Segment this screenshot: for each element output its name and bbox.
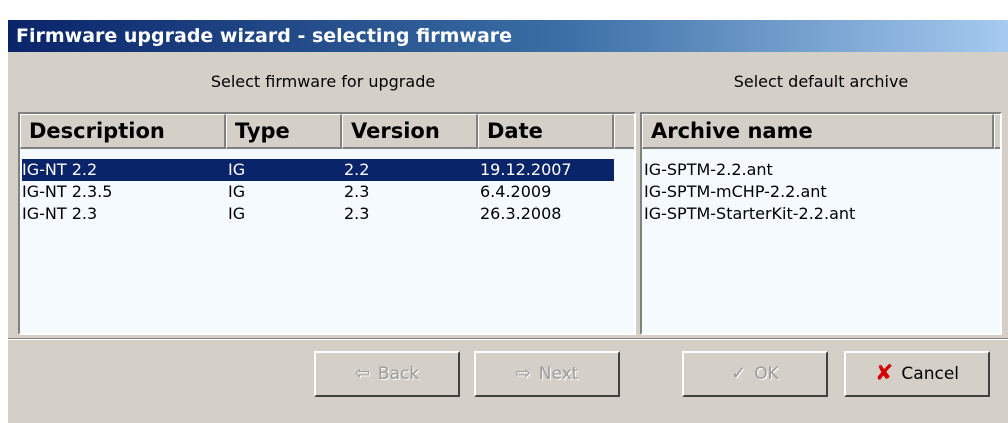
ok-button-label: OK: [754, 364, 779, 384]
back-button-label: Back: [377, 364, 420, 384]
cell-version: 2.2: [344, 160, 370, 179]
red-x-icon: ✘: [874, 361, 894, 386]
firmware-row[interactable]: IG-NT 2.2 IG 2.2 19.12.2007: [22, 159, 614, 181]
archive-section-label: Select default archive: [733, 72, 909, 91]
wizard-window: Firmware upgrade wizard - selecting firm…: [8, 20, 1008, 423]
column-header-version[interactable]: Version: [342, 114, 478, 149]
window-title: Firmware upgrade wizard - selecting firm…: [8, 20, 1008, 52]
archive-row[interactable]: IG-SPTM-mCHP-2.2.ant: [644, 181, 994, 203]
left-arrow-icon: ⇦: [354, 363, 370, 384]
column-header-description[interactable]: Description: [20, 114, 226, 149]
archive-row[interactable]: IG-SPTM-StarterKit-2.2.ant: [644, 203, 994, 225]
cell-date: 6.4.2009: [480, 182, 552, 201]
cell-version: 2.3: [344, 204, 370, 223]
checkmark-icon: ✓: [731, 363, 747, 384]
cell-type: IG: [228, 160, 246, 179]
next-button-label: Next: [538, 364, 579, 384]
column-header-filler: [994, 114, 1000, 149]
firmware-row[interactable]: IG-NT 2.3 IG 2.3 26.3.2008: [22, 203, 614, 225]
cell-date: 26.3.2008: [480, 204, 562, 223]
cell-description: IG-NT 2.3.5: [22, 182, 113, 201]
right-arrow-icon: ⇨: [515, 363, 531, 384]
cell-archive-name: IG-SPTM-2.2.ant: [644, 160, 773, 179]
cell-date: 19.12.2007: [480, 160, 572, 179]
cell-version: 2.3: [344, 182, 370, 201]
ok-button[interactable]: ✓ OK: [682, 351, 828, 397]
cell-description: IG-NT 2.3: [22, 204, 98, 223]
cell-type: IG: [228, 204, 246, 223]
firmware-section-label: Select firmware for upgrade: [210, 72, 436, 91]
cell-archive-name: IG-SPTM-StarterKit-2.2.ant: [644, 204, 856, 223]
cell-description: IG-NT 2.2: [22, 160, 98, 179]
column-header-type[interactable]: Type: [226, 114, 342, 149]
button-bar-divider: [8, 338, 1008, 340]
column-header-date[interactable]: Date: [478, 114, 614, 149]
next-button[interactable]: ⇨ Next: [474, 351, 620, 397]
cancel-button-label: Cancel: [901, 364, 960, 384]
archive-row[interactable]: IG-SPTM-2.2.ant: [644, 159, 994, 181]
firmware-row[interactable]: IG-NT 2.3.5 IG 2.3 6.4.2009: [22, 181, 614, 203]
cell-archive-name: IG-SPTM-mCHP-2.2.ant: [644, 182, 827, 201]
column-header-filler: [614, 114, 634, 149]
cancel-button[interactable]: ✘ Cancel: [844, 351, 990, 397]
column-header-archive-name[interactable]: Archive name: [642, 114, 994, 149]
archive-table[interactable]: Archive name IG-SPTM-2.2.ant IG-SPTM-mCH…: [640, 112, 1002, 335]
back-button[interactable]: ⇦ Back: [314, 351, 460, 397]
firmware-table[interactable]: Description Type Version Date IG-NT 2.2 …: [18, 112, 636, 335]
cell-type: IG: [228, 182, 246, 201]
